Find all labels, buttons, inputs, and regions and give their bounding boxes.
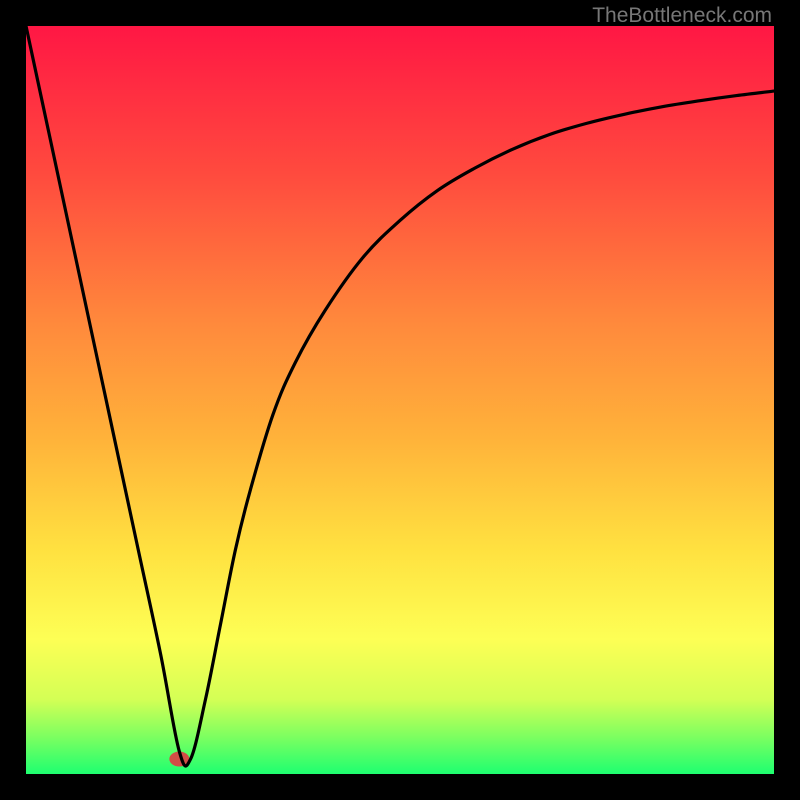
bottleneck-curve (26, 26, 774, 766)
plot-area (26, 26, 774, 774)
watermark-text: TheBottleneck.com (592, 4, 772, 28)
curve-layer (26, 26, 774, 774)
chart-container: TheBottleneck.com (0, 0, 800, 800)
